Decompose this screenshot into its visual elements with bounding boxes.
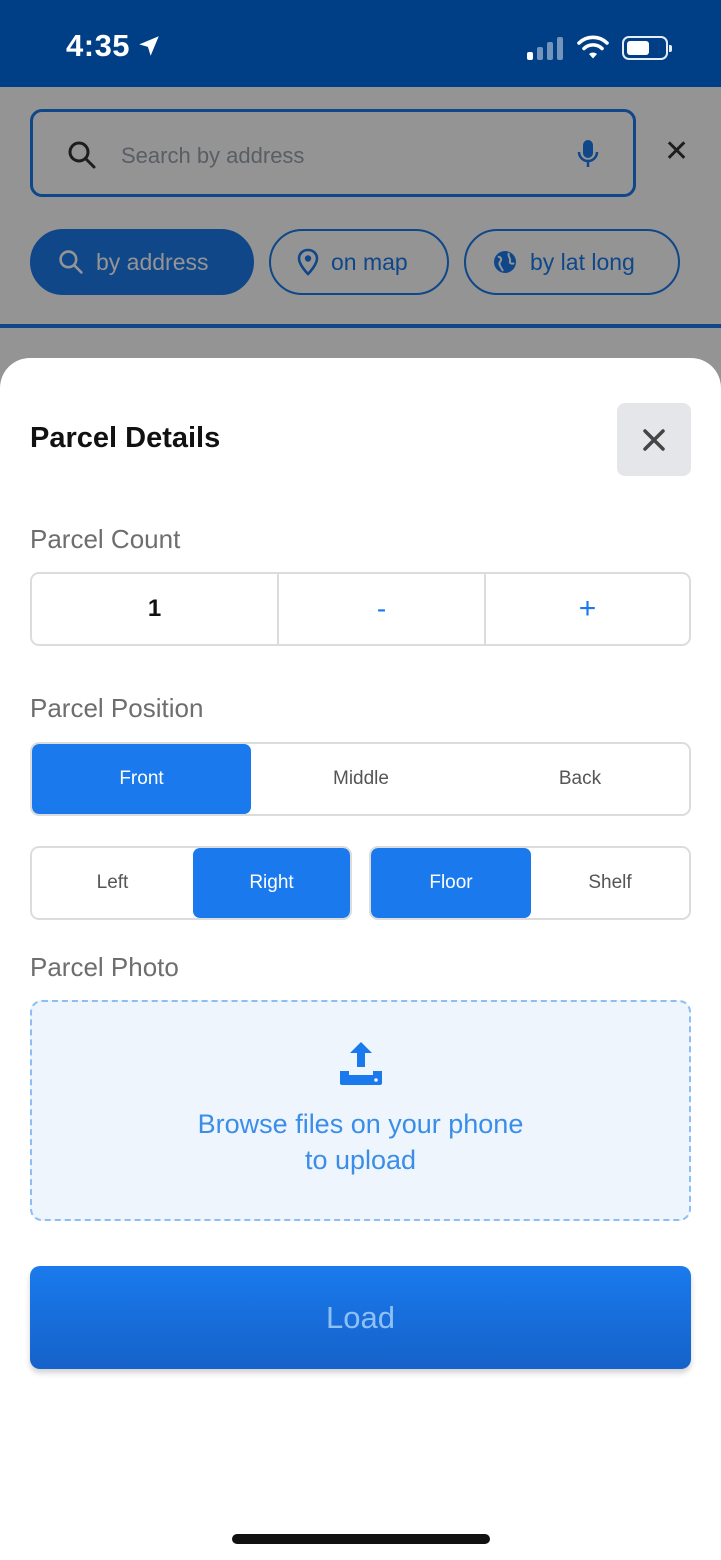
parcel-count-stepper: 1 - + bbox=[30, 572, 691, 646]
parcel-position-label: Parcel Position bbox=[30, 693, 204, 723]
close-button[interactable] bbox=[617, 403, 691, 476]
upload-text-line1: Browse files on your phone bbox=[197, 1109, 524, 1139]
decrement-button[interactable]: - bbox=[279, 574, 486, 644]
option-back[interactable]: Back bbox=[471, 744, 689, 814]
option-right[interactable]: Right bbox=[193, 848, 350, 918]
status-bar: 4:35 bbox=[0, 0, 721, 87]
home-indicator bbox=[232, 1534, 490, 1544]
option-left[interactable]: Left bbox=[32, 848, 193, 918]
option-shelf[interactable]: Shelf bbox=[531, 848, 689, 918]
position-level-selector: Floor Shelf bbox=[369, 846, 691, 920]
parcel-count-label: Parcel Count bbox=[30, 524, 181, 554]
load-button[interactable]: Load bbox=[30, 1266, 691, 1369]
photo-upload-area[interactable]: Browse files on your phone to upload bbox=[30, 1000, 691, 1221]
parcel-photo-label: Parcel Photo bbox=[30, 952, 179, 982]
cellular-signal-icon bbox=[527, 36, 563, 60]
sheet-title: Parcel Details bbox=[30, 422, 221, 454]
upload-instructions: Browse files on your phone to upload bbox=[32, 1106, 689, 1178]
battery-icon bbox=[622, 36, 672, 60]
option-middle[interactable]: Middle bbox=[251, 744, 471, 814]
option-floor[interactable]: Floor bbox=[371, 848, 531, 918]
wifi-icon bbox=[577, 35, 609, 59]
increment-button[interactable]: + bbox=[486, 574, 689, 644]
parcel-details-sheet: Parcel Details Parcel Count 1 - + Parcel… bbox=[0, 358, 721, 1560]
clock-text: 4:35 bbox=[66, 28, 131, 63]
status-time: 4:35 bbox=[66, 28, 162, 64]
position-side-selector: Left Right bbox=[30, 846, 352, 920]
upload-icon bbox=[340, 1042, 382, 1085]
location-arrow-icon bbox=[139, 36, 159, 56]
option-front[interactable]: Front bbox=[32, 744, 251, 814]
close-icon bbox=[643, 428, 665, 451]
position-depth-selector: Front Middle Back bbox=[30, 742, 691, 816]
upload-text-line2: to upload bbox=[304, 1145, 417, 1175]
parcel-count-value[interactable]: 1 bbox=[32, 574, 279, 644]
